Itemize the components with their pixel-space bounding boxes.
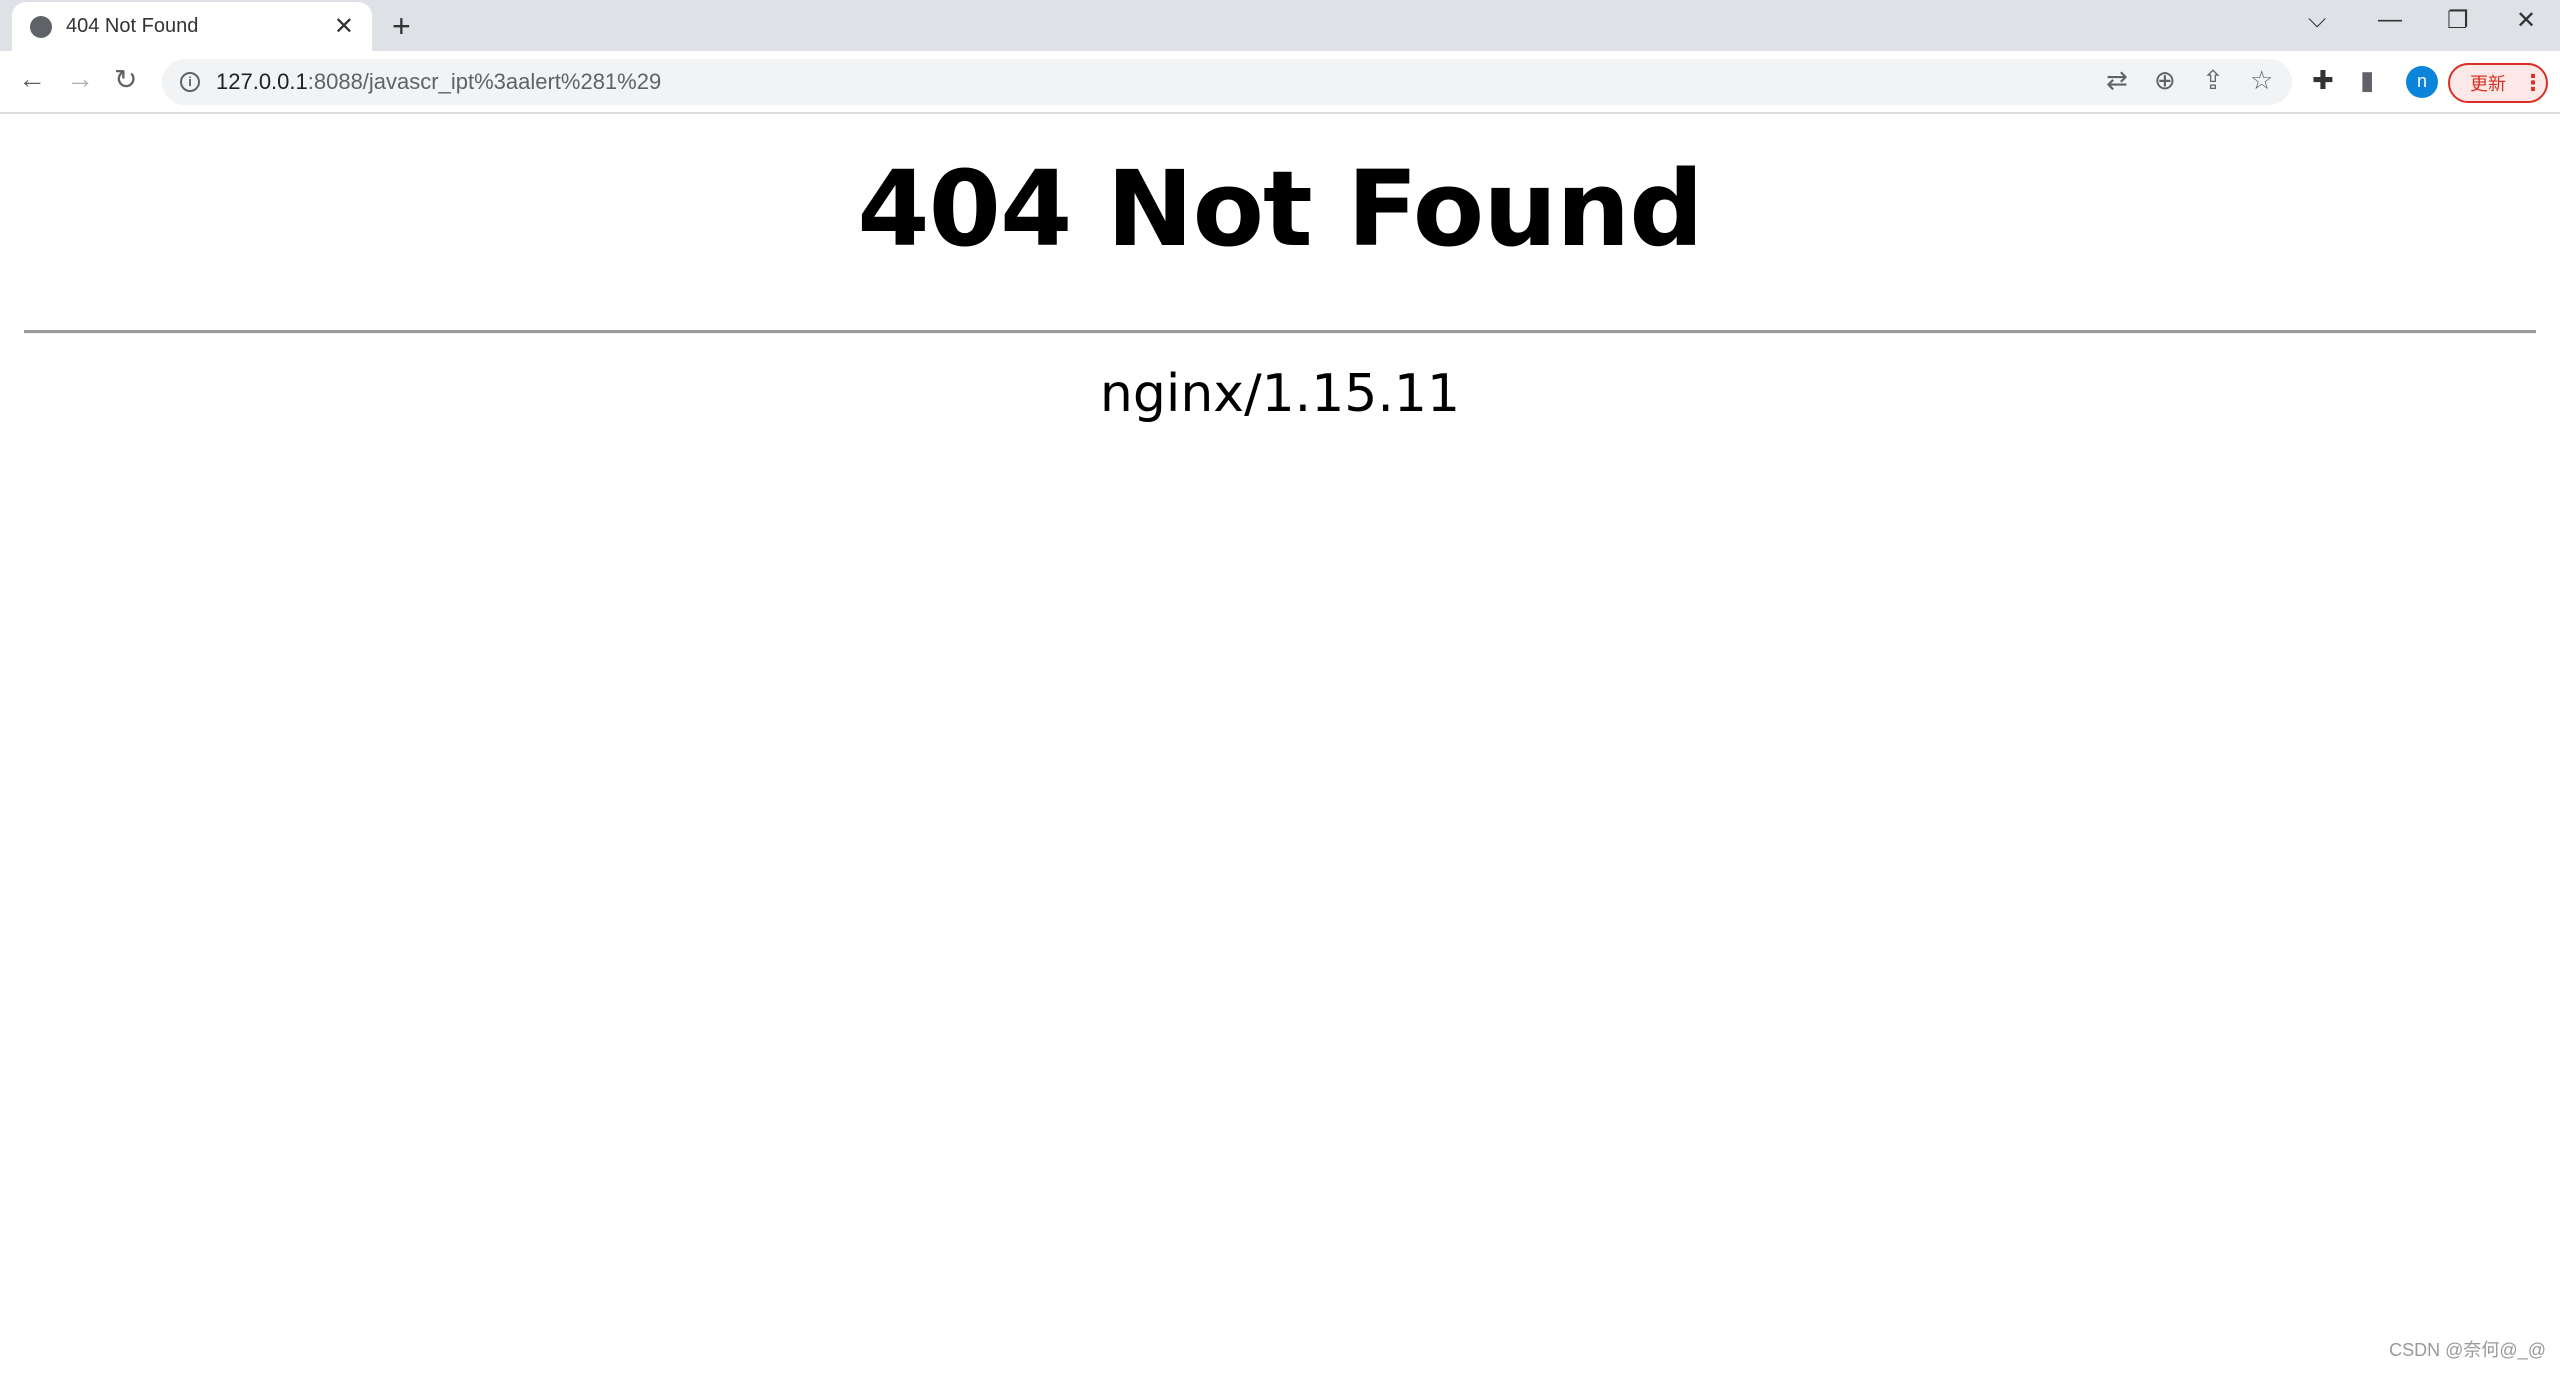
toolbar: ← → ↻ i 127.0.0.1:8088/javascr_ipt%3aale…	[0, 51, 2560, 114]
url-host: 127.0.0.1	[216, 69, 308, 94]
globe-icon	[30, 15, 52, 38]
update-label: 更新	[2470, 74, 2506, 94]
zoom-icon[interactable]: ⊕	[2154, 65, 2176, 96]
restore-button[interactable]: ❐	[2447, 6, 2469, 35]
bookmark-star-icon[interactable]: ☆	[2250, 65, 2273, 96]
page-title: 404 Not Found	[857, 148, 1704, 270]
more-menu-icon[interactable]: ⋮	[2522, 70, 2544, 96]
url-path: :8088/javascr_ipt%3aalert%281%29	[307, 69, 662, 94]
info-icon[interactable]: i	[180, 72, 200, 92]
share-icon[interactable]: ⇪	[2202, 65, 2224, 96]
watermark: CSDN @奈何@_@	[2389, 1340, 2546, 1360]
side-panel-icon[interactable]: ▮	[2360, 65, 2374, 96]
divider	[24, 330, 2536, 334]
tab-search-chevron-icon[interactable]: ⌵	[2308, 6, 2326, 34]
back-button[interactable]: ←	[18, 63, 46, 95]
new-tab-button[interactable]: +	[392, 8, 411, 45]
forward-button[interactable]: →	[66, 63, 94, 95]
address-bar[interactable]: i 127.0.0.1:8088/javascr_ipt%3aalert%281…	[162, 59, 2292, 105]
server-version: nginx/1.15.11	[1099, 364, 1461, 424]
reload-button[interactable]: ↻	[114, 63, 137, 96]
tab-strip: 404 Not Found ✕ + ⌵ — ❐ ✕	[0, 0, 2560, 51]
tab-close-icon[interactable]: ✕	[334, 12, 354, 41]
update-button[interactable]: 更新 ⋮	[2448, 63, 2548, 103]
extensions-puzzle-icon[interactable]: ✚	[2312, 65, 2334, 96]
tab-title: 404 Not Found	[66, 15, 199, 37]
tab-active[interactable]: 404 Not Found ✕	[12, 2, 372, 51]
profile-avatar[interactable]: n	[2406, 66, 2438, 98]
close-window-button[interactable]: ✕	[2516, 6, 2536, 35]
translate-icon[interactable]: ⇄	[2106, 65, 2128, 96]
minimize-button[interactable]: —	[2378, 6, 2402, 34]
